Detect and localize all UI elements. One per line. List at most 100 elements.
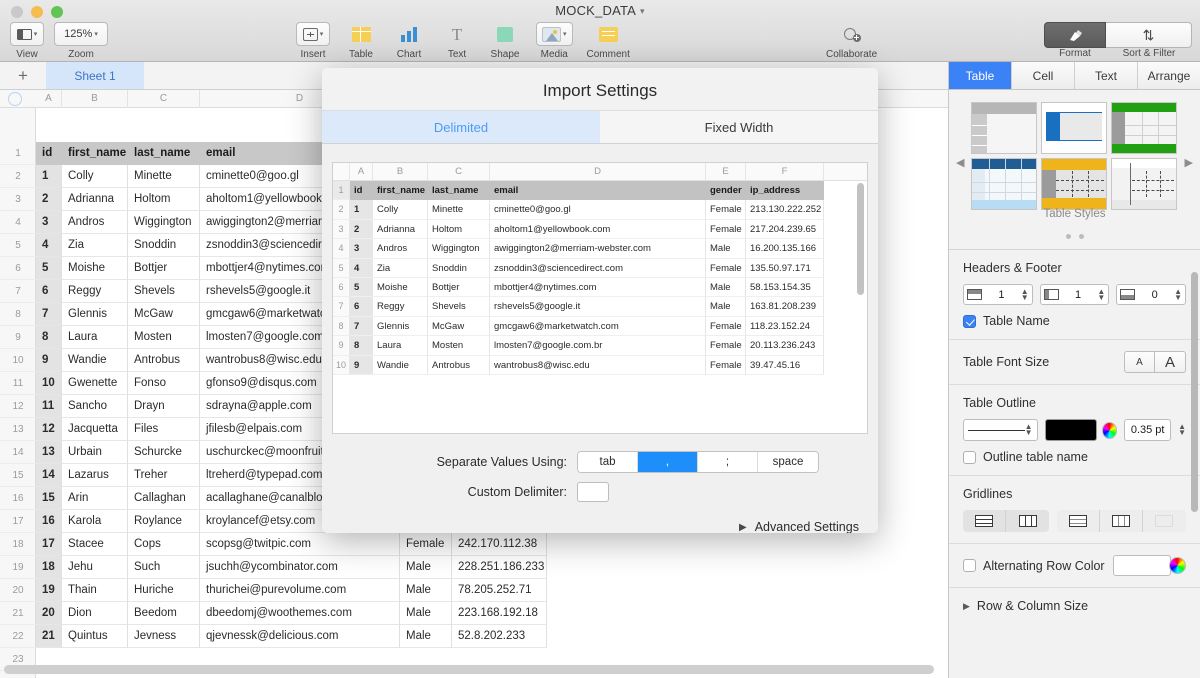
table-cell[interactable]: 9 — [36, 349, 62, 372]
column-header-a[interactable]: A — [36, 90, 62, 108]
styles-next-arrow-icon[interactable]: ▶ — [1185, 156, 1193, 169]
preview-cell[interactable]: Wandie — [373, 355, 428, 375]
table-cell[interactable]: Files — [128, 418, 200, 441]
preview-row[interactable]: 4 3 Andros Wiggington awiggington2@merriam-w… — [333, 239, 867, 259]
table-cell[interactable]: Laura — [62, 326, 128, 349]
table-name-row[interactable]: Table Name — [963, 314, 1186, 328]
row-header[interactable]: 18 — [0, 533, 36, 556]
preview-row[interactable]: 6 5 Moishe Bottjer mbottjer4@nytimes.com Male… — [333, 277, 867, 298]
preview-cell[interactable]: Snoddin — [428, 258, 490, 278]
table-cell[interactable]: Jehu — [62, 556, 128, 579]
table-cell[interactable]: Moishe — [62, 257, 128, 280]
sort-filter-button[interactable]: ⇅ — [1106, 22, 1192, 48]
table-cell[interactable]: Bottjer — [128, 257, 200, 280]
preview-cell[interactable]: aholtom1@yellowbook.com — [490, 219, 706, 240]
preview-cell[interactable]: Antrobus — [428, 355, 490, 375]
preview-cell[interactable]: cminette0@goo.gl — [490, 200, 706, 220]
column-header-b[interactable]: B — [62, 90, 128, 108]
increase-font-size-button[interactable]: A — [1155, 351, 1186, 373]
preview-cell[interactable]: 5 — [350, 277, 373, 298]
row-header[interactable]: 15 — [0, 464, 36, 487]
add-sheet-button[interactable]: + — [0, 62, 46, 89]
preview-cell[interactable]: mbottjer4@nytimes.com — [490, 277, 706, 298]
table-cell[interactable]: Female — [400, 533, 452, 556]
preview-row-header[interactable]: 2 — [333, 200, 350, 220]
table-cell[interactable]: 242.170.112.38 — [452, 533, 547, 556]
table-cell[interactable]: Reggy — [62, 280, 128, 303]
preview-row-header[interactable]: 5 — [333, 258, 350, 278]
alternating-row-color-checkbox[interactable] — [963, 559, 976, 572]
table-cell[interactable]: Jacquetta — [62, 418, 128, 441]
preview-cell[interactable]: Female — [706, 336, 746, 356]
disclosure-triangle-icon[interactable]: ▶ — [739, 522, 747, 533]
table-cell[interactable]: 4 — [36, 234, 62, 257]
preview-cell[interactable]: 163.81.208.239 — [746, 297, 824, 317]
preview-column-header-b[interactable]: B — [373, 163, 428, 181]
preview-cell[interactable]: Female — [706, 258, 746, 278]
table-cell[interactable]: 16 — [36, 510, 62, 533]
table-cell[interactable]: McGaw — [128, 303, 200, 326]
preview-cell[interactable]: Female — [706, 200, 746, 220]
preview-cell[interactable]: McGaw — [428, 316, 490, 337]
preview-cell[interactable]: Laura — [373, 336, 428, 356]
preview-row-header[interactable]: 10 — [333, 355, 350, 375]
preview-cell[interactable]: email — [490, 181, 706, 201]
row-header[interactable]: 22 — [0, 625, 36, 648]
stepper-arrows-icon[interactable]: ▲ ▼ — [1021, 287, 1029, 301]
footer-rows-stepper[interactable]: 0 ▲ ▼ — [1116, 284, 1187, 305]
table-cell[interactable]: 14 — [36, 464, 62, 487]
outline-color-swatch[interactable] — [1044, 419, 1097, 441]
table-cell[interactable]: Minette — [128, 165, 200, 188]
sheet-tab-sheet-1[interactable]: Sheet 1 — [46, 62, 144, 89]
table-cell[interactable]: Beedom — [128, 602, 200, 625]
preview-cell[interactable]: Reggy — [373, 297, 428, 317]
media-button[interactable]: ▾ Media — [536, 22, 573, 60]
preview-cell[interactable]: Male — [706, 297, 746, 317]
preview-row-header[interactable]: 1 — [333, 181, 350, 201]
preview-row-header[interactable]: 8 — [333, 316, 350, 337]
shape-button[interactable]: Shape — [488, 22, 522, 60]
table-cell[interactable]: Male — [400, 579, 452, 602]
preview-cell[interactable]: zsnoddin3@sciencedirect.com — [490, 258, 706, 278]
preview-row-header[interactable]: 9 — [333, 336, 350, 356]
preview-row-header[interactable]: 4 — [333, 239, 350, 259]
preview-row-header[interactable]: 6 — [333, 277, 350, 298]
table-cell[interactable]: 10 — [36, 372, 62, 395]
preview-cell[interactable]: 213.130.222.252 — [746, 200, 824, 220]
row-header[interactable]: 10 — [0, 349, 36, 372]
table-cell[interactable]: 228.251.186.233 — [452, 556, 547, 579]
tab-fixed-width[interactable]: Fixed Width — [600, 111, 878, 143]
table-cell[interactable]: 3 — [36, 211, 62, 234]
preview-cell[interactable]: Bottjer — [428, 277, 490, 298]
table-cell[interactable]: Wandie — [62, 349, 128, 372]
stepper-arrows-icon[interactable]: ▲ ▼ — [1178, 423, 1186, 437]
preview-cell[interactable]: 39.47.45.16 — [746, 355, 824, 375]
zoom-button[interactable]: 125% ▾ Zoom — [54, 22, 108, 60]
table-cell[interactable]: Drayn — [128, 395, 200, 418]
preview-cell[interactable]: Zia — [373, 258, 428, 278]
outline-style-select[interactable]: ▲ ▼ — [963, 419, 1038, 441]
column-header-c[interactable]: C — [128, 90, 200, 108]
table-cell[interactable]: Gwenette — [62, 372, 128, 395]
preview-cell[interactable]: Mosten — [428, 336, 490, 356]
row-header[interactable]: 19 — [0, 556, 36, 579]
tab-cell[interactable]: Cell — [1012, 62, 1075, 89]
table-cell[interactable]: Thain — [62, 579, 128, 602]
document-title[interactable]: MOCK_DATA ▾ — [0, 3, 1200, 18]
preview-row-header[interactable]: 3 — [333, 219, 350, 240]
table-cell[interactable]: 5 — [36, 257, 62, 280]
table-button[interactable]: Table — [344, 22, 378, 60]
vertical-header-gridlines-button[interactable] — [1100, 510, 1143, 532]
tab-arrange[interactable]: Arrange — [1138, 62, 1200, 89]
preview-cell[interactable]: 4 — [350, 258, 373, 278]
table-cell[interactable]: 52.8.202.233 — [452, 625, 547, 648]
table-cell[interactable]: Jevness — [128, 625, 200, 648]
preview-cell[interactable]: gmcgaw6@marketwatch.com — [490, 316, 706, 337]
insert-button[interactable]: ▾ Insert — [296, 22, 330, 60]
preview-column-header-f[interactable]: F — [746, 163, 824, 181]
table-cell[interactable]: 2 — [36, 188, 62, 211]
table-cell[interactable]: Glennis — [62, 303, 128, 326]
preview-row[interactable]: 9 8 Laura Mosten lmosten7@google.com.br Femal… — [333, 336, 867, 356]
preview-cell[interactable]: Holtom — [428, 219, 490, 240]
preview-cell[interactable]: 7 — [350, 316, 373, 337]
